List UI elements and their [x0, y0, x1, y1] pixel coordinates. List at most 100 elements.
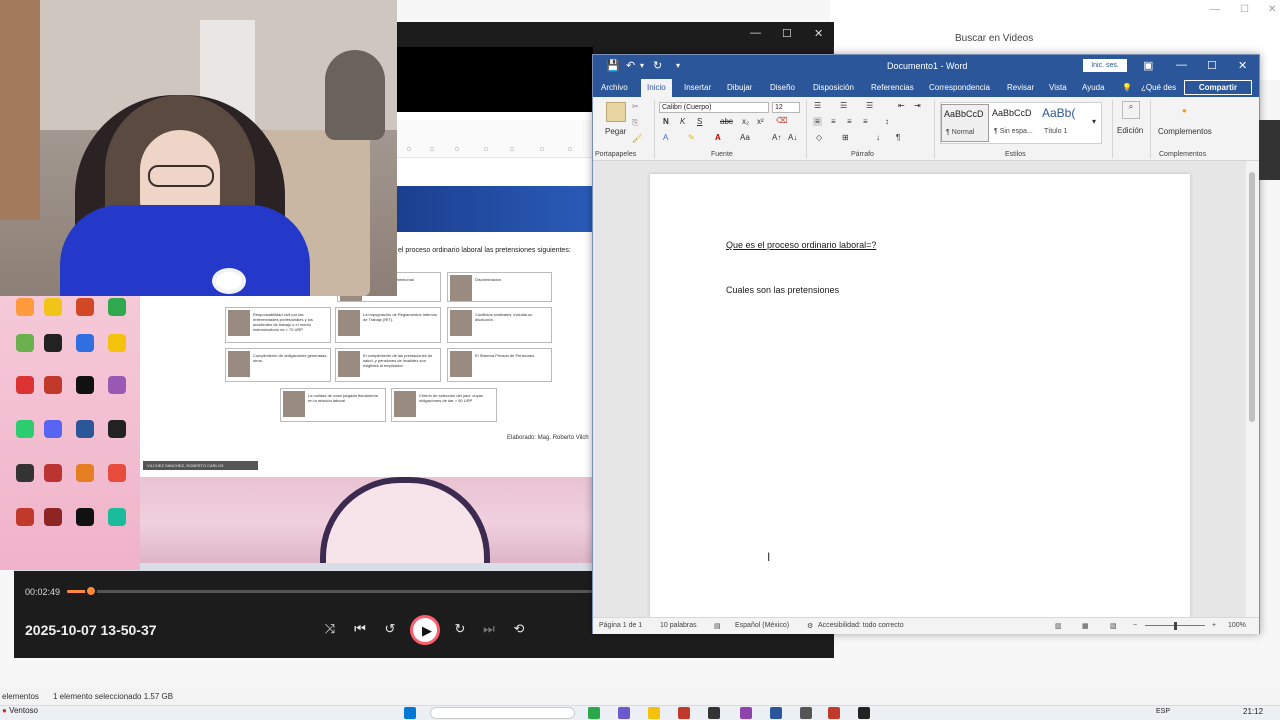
- close-icon[interactable]: ✕: [1268, 4, 1276, 15]
- next-icon[interactable]: ⏭: [480, 621, 498, 637]
- redo-icon[interactable]: ↻: [653, 59, 662, 72]
- clock[interactable]: 21:12: [1243, 707, 1263, 716]
- search-videos-input[interactable]: Buscar en Videos: [955, 33, 1033, 44]
- paste-icon[interactable]: [606, 102, 626, 122]
- player-maximize-icon[interactable]: ☐: [782, 27, 792, 40]
- clear-format-icon[interactable]: ⌫: [776, 116, 787, 125]
- line-spacing-icon[interactable]: ↕: [885, 117, 889, 126]
- taskbar-search[interactable]: [430, 707, 575, 719]
- word-maximize-icon[interactable]: ☐: [1207, 59, 1217, 72]
- player-close-icon[interactable]: ✕: [814, 27, 823, 40]
- app-icon[interactable]: [828, 707, 840, 719]
- player-minimize-icon[interactable]: —: [750, 27, 761, 39]
- sort-icon[interactable]: ↓: [876, 133, 880, 142]
- tab-insertar[interactable]: Insertar: [684, 83, 711, 92]
- repeat-off-icon[interactable]: ⟲: [510, 621, 528, 637]
- addins-icon[interactable]: ●: [1182, 106, 1187, 115]
- text-effects-icon[interactable]: A: [663, 133, 668, 142]
- weather-widget[interactable]: ● Ventoso: [2, 706, 38, 715]
- tab-inicio[interactable]: Inicio: [641, 79, 672, 97]
- word-taskbar-icon[interactable]: [770, 707, 782, 719]
- align-right-icon[interactable]: ≡: [847, 117, 852, 126]
- tab-dibujar[interactable]: Dibujar: [727, 83, 752, 92]
- zoom-level[interactable]: 100%: [1228, 622, 1246, 629]
- play-button[interactable]: ▶: [410, 615, 440, 645]
- app-icon[interactable]: [708, 707, 720, 719]
- zoom-in-icon[interactable]: +: [1212, 622, 1216, 629]
- file-explorer-icon[interactable]: [648, 707, 660, 719]
- tab-archivo[interactable]: Archivo: [601, 83, 628, 92]
- zoom-out-icon[interactable]: −: [1133, 622, 1137, 629]
- tab-diseno[interactable]: Diseño: [770, 83, 795, 92]
- highlight-icon[interactable]: ✎: [688, 133, 695, 142]
- accessibility-icon[interactable]: ⚙: [807, 622, 813, 630]
- previous-icon[interactable]: ⏮: [351, 621, 369, 637]
- change-case-icon[interactable]: Aa: [740, 133, 750, 142]
- sign-in-button[interactable]: Inic. ses.: [1083, 59, 1127, 72]
- strikethrough-icon[interactable]: abc: [720, 117, 733, 126]
- zoom-slider-handle[interactable]: [1174, 622, 1177, 630]
- customize-qat-icon[interactable]: ▾: [676, 61, 680, 70]
- shuffle-icon[interactable]: ⤨: [321, 621, 339, 637]
- numbering-icon[interactable]: ☰: [840, 101, 847, 110]
- align-left-icon[interactable]: ≡: [813, 117, 822, 126]
- web-layout-icon[interactable]: ▧: [1110, 622, 1117, 630]
- document-heading-line[interactable]: Que es el proceso ordinario laboral=?: [726, 240, 876, 250]
- tab-ayuda[interactable]: Ayuda: [1082, 83, 1105, 92]
- print-layout-icon[interactable]: ▦: [1082, 622, 1089, 630]
- borders-icon[interactable]: ⊞: [842, 133, 849, 142]
- page-count[interactable]: Página 1 de 1: [599, 622, 642, 629]
- app-icon[interactable]: [678, 707, 690, 719]
- show-marks-icon[interactable]: ¶: [896, 133, 900, 142]
- language-status[interactable]: Español (México): [735, 622, 789, 629]
- bullets-icon[interactable]: ☰: [814, 101, 821, 110]
- proofing-icon[interactable]: ▤: [714, 622, 721, 630]
- bold-icon[interactable]: N: [663, 117, 669, 126]
- document-body-line[interactable]: Cuales son las pretensiones: [726, 285, 839, 295]
- copy-icon[interactable]: ⎘: [632, 118, 638, 128]
- font-size-box[interactable]: 12: [772, 102, 800, 113]
- maximize-icon[interactable]: ☐: [1240, 4, 1249, 15]
- tell-me-search[interactable]: ¿Qué des: [1141, 83, 1176, 92]
- font-name-box[interactable]: Calibri (Cuerpo): [659, 102, 769, 113]
- minimize-icon[interactable]: —: [1210, 4, 1220, 15]
- read-mode-icon[interactable]: ▥: [1055, 622, 1062, 630]
- accessibility-status[interactable]: Accesibilidad: todo correcto: [818, 622, 904, 629]
- rewind-10-icon[interactable]: ↺: [381, 621, 399, 637]
- style-normal[interactable]: AaBbCcD ¶ Normal: [941, 104, 989, 142]
- style-no-spacing[interactable]: AaBbCcD ¶ Sin espa...: [990, 104, 1038, 142]
- word-minimize-icon[interactable]: —: [1176, 59, 1187, 71]
- undo-dropdown-icon[interactable]: ▾: [640, 61, 644, 70]
- font-color-icon[interactable]: A: [715, 133, 721, 142]
- shrink-font-icon[interactable]: A↓: [788, 133, 797, 142]
- cut-icon[interactable]: ✂: [632, 102, 639, 111]
- obs-icon[interactable]: [858, 707, 870, 719]
- share-button[interactable]: Compartir: [1184, 80, 1252, 95]
- word-close-icon[interactable]: ✕: [1238, 59, 1247, 72]
- increase-indent-icon[interactable]: ⇥: [914, 101, 921, 110]
- grow-font-icon[interactable]: A↑: [772, 133, 781, 142]
- undo-icon[interactable]: ↶: [626, 59, 635, 72]
- tab-correspondencia[interactable]: Correspondencia: [929, 83, 990, 92]
- subscript-icon[interactable]: x₂: [742, 117, 749, 126]
- paste-button[interactable]: Pegar: [605, 127, 626, 136]
- justify-icon[interactable]: ≡: [863, 117, 868, 126]
- tab-vista[interactable]: Vista: [1049, 83, 1067, 92]
- tab-revisar[interactable]: Revisar: [1007, 83, 1034, 92]
- decrease-indent-icon[interactable]: ⇤: [898, 101, 905, 110]
- tab-referencias[interactable]: Referencias: [871, 83, 914, 92]
- app-icon[interactable]: [618, 707, 630, 719]
- underline-icon[interactable]: S: [697, 117, 702, 126]
- styles-more-icon[interactable]: ▾: [1092, 117, 1096, 126]
- start-icon[interactable]: [404, 707, 416, 719]
- scrollbar-thumb[interactable]: [1249, 172, 1255, 422]
- seek-bar[interactable]: [67, 590, 592, 593]
- browser-icon[interactable]: [588, 707, 600, 719]
- word-count[interactable]: 10 palabras: [660, 622, 697, 629]
- style-heading-1[interactable]: AaBb( Título 1: [1040, 104, 1088, 142]
- italic-icon[interactable]: K: [680, 117, 685, 126]
- lightbulb-icon[interactable]: 💡: [1122, 83, 1132, 92]
- input-language[interactable]: ESP: [1156, 708, 1170, 715]
- format-painter-icon[interactable]: 🖌: [632, 134, 642, 143]
- app-icon[interactable]: [800, 707, 812, 719]
